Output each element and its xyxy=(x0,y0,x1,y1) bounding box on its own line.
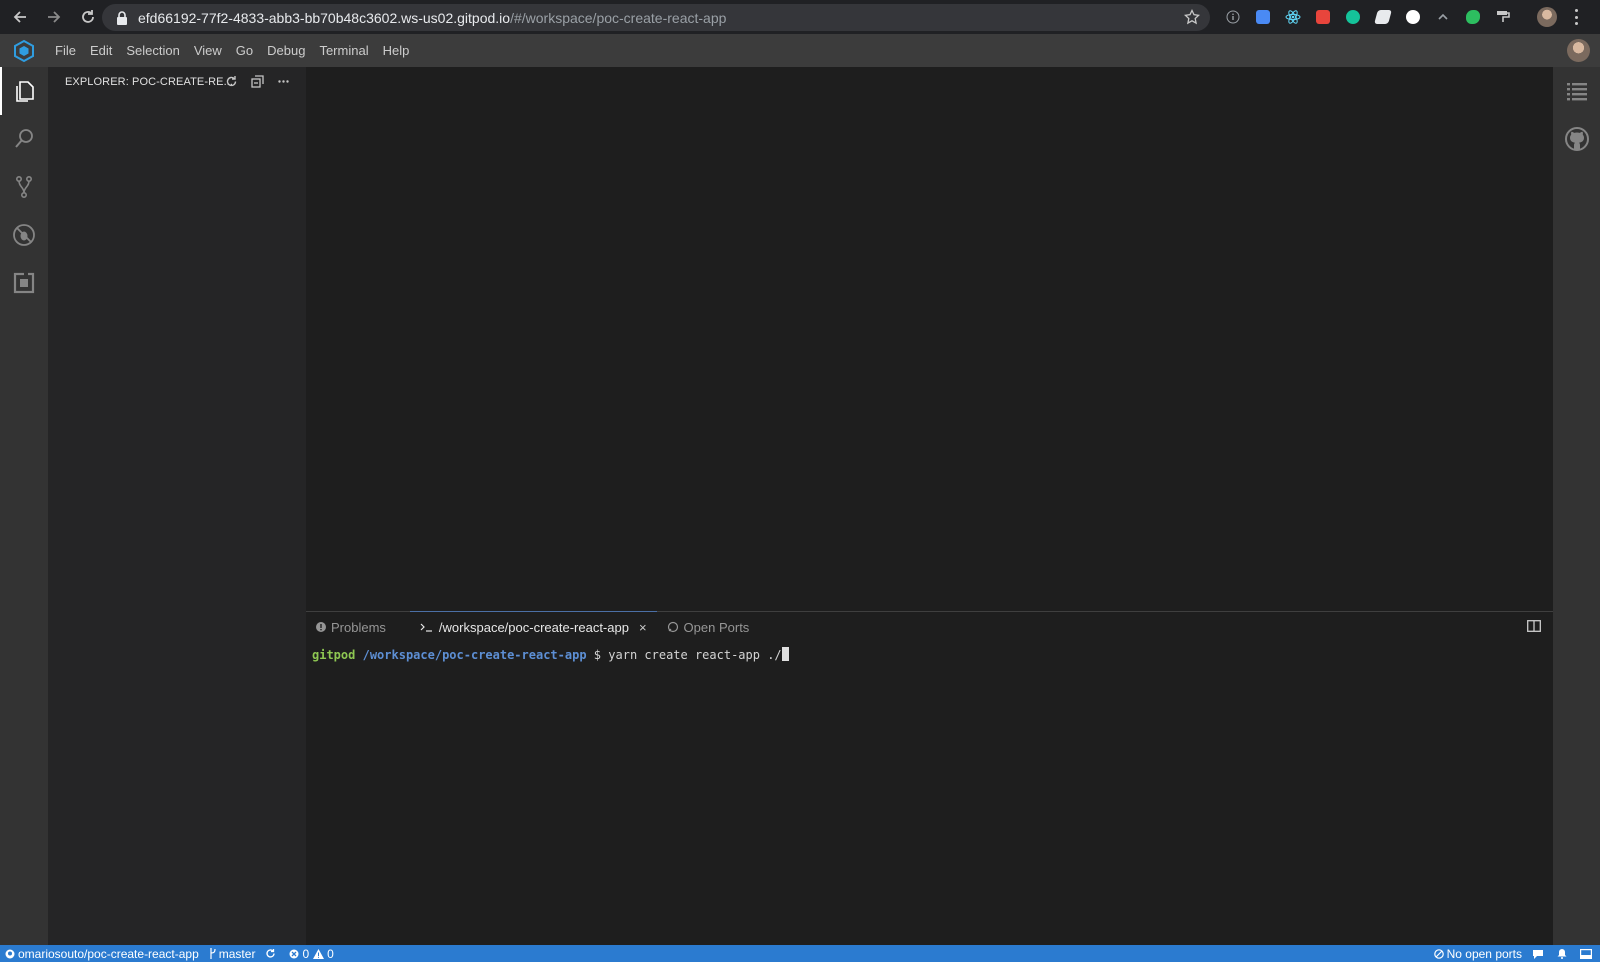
status-ports[interactable]: No open ports xyxy=(1429,947,1527,961)
paint-roller-icon[interactable] xyxy=(1492,6,1514,28)
tab-open-ports-label: Open Ports xyxy=(683,619,750,635)
extension-circle-icon[interactable] xyxy=(1402,6,1424,28)
browser-toolbar: efd66192-77f2-4833-abb3-bb70b48c3602.ws-… xyxy=(0,0,1600,34)
files-icon xyxy=(16,81,34,102)
browser-profile-avatar[interactable] xyxy=(1537,7,1557,27)
extensions-icon xyxy=(13,272,35,294)
status-bar: omariosouto/poc-create-react-app master … xyxy=(0,945,1600,962)
git-branch-icon xyxy=(16,175,33,198)
terminal-user: gitpod xyxy=(312,648,356,662)
status-branch[interactable]: master xyxy=(204,947,261,961)
menu-bar: File Edit Selection View Go Debug Termin… xyxy=(0,34,1600,67)
evernote-icon[interactable] xyxy=(1462,6,1484,28)
terminal-cursor xyxy=(781,647,789,661)
menu-go[interactable]: Go xyxy=(229,34,260,67)
error-icon xyxy=(289,949,299,958)
url-path: /#/workspace/poc-create-react-app xyxy=(510,9,727,26)
terminal-path: /workspace/poc-create-react-app xyxy=(362,648,587,662)
right-activity-bar xyxy=(1553,67,1600,945)
activity-bar xyxy=(0,67,48,945)
arrow-left-icon xyxy=(13,11,26,23)
tab-problems[interactable]: Problems xyxy=(306,612,396,642)
extensions-area xyxy=(1222,6,1514,28)
gitpod-logo-icon[interactable] xyxy=(0,34,48,67)
address-bar[interactable]: efd66192-77f2-4833-abb3-bb70b48c3602.ws-… xyxy=(102,4,1210,31)
extension-red-icon[interactable] xyxy=(1312,6,1334,28)
url-host: efd66192-77f2-4833-abb3-bb70b48c3602.ws-… xyxy=(138,9,511,26)
editor-area[interactable] xyxy=(306,67,1553,611)
debug-icon xyxy=(13,224,35,246)
list-icon xyxy=(1566,83,1587,101)
feedback-icon[interactable] xyxy=(1527,949,1552,959)
debug-activity[interactable] xyxy=(0,211,48,259)
menu-edit[interactable]: Edit xyxy=(83,34,119,67)
github-icon xyxy=(5,949,15,958)
tab-problems-label: Problems xyxy=(331,619,386,635)
status-repo-label: omariosouto/poc-create-react-app xyxy=(18,946,199,961)
warning-icon xyxy=(313,948,325,959)
info-icon[interactable] xyxy=(1222,6,1244,28)
outline-activity[interactable] xyxy=(1553,67,1600,115)
explorer-sidebar: EXPLORER: POC-CREATE-RE... xyxy=(48,67,306,945)
panel-tabs: Problems /workspace/poc-create-react-app… xyxy=(306,611,1553,642)
terminal-prompt: $ xyxy=(593,648,602,662)
extension-caret-icon[interactable] xyxy=(1432,6,1454,28)
terminal-icon xyxy=(420,622,434,632)
more-actions-icon[interactable] xyxy=(276,74,290,88)
terminal-command: yarn create react-app ./ xyxy=(608,648,782,662)
browser-menu-icon[interactable] xyxy=(1574,9,1578,25)
no-ports-icon xyxy=(1433,948,1444,959)
info-circle-icon xyxy=(316,622,326,632)
extension-white-icon[interactable] xyxy=(1372,6,1394,28)
collapse-all-icon[interactable] xyxy=(250,74,264,88)
menu-help[interactable]: Help xyxy=(376,34,417,67)
status-errors-count: 0 xyxy=(302,946,310,961)
tab-terminal[interactable]: /workspace/poc-create-react-app × xyxy=(409,611,657,642)
explorer-activity[interactable] xyxy=(0,67,48,115)
menu-debug[interactable]: Debug xyxy=(260,34,312,67)
menu-selection[interactable]: Selection xyxy=(119,34,186,67)
close-icon[interactable]: × xyxy=(639,620,647,635)
lock-icon xyxy=(117,10,127,25)
notifications-bell-icon[interactable] xyxy=(1552,948,1575,959)
status-warnings-count: 0 xyxy=(327,946,334,961)
tab-open-ports[interactable]: Open Ports xyxy=(657,612,760,642)
explorer-title: EXPLORER: POC-CREATE-RE... xyxy=(65,76,234,88)
user-avatar[interactable] xyxy=(1567,39,1590,62)
back-button[interactable] xyxy=(6,3,34,31)
forward-button[interactable] xyxy=(40,3,68,31)
status-branch-label: master xyxy=(218,946,256,961)
grammarly-icon[interactable] xyxy=(1342,6,1364,28)
menu-view[interactable]: View xyxy=(187,34,229,67)
menu-file[interactable]: File xyxy=(48,34,83,67)
split-panel-icon[interactable] xyxy=(1527,620,1541,632)
plug-icon xyxy=(667,621,679,633)
arrow-right-icon xyxy=(48,11,61,23)
bookmark-star-icon[interactable] xyxy=(1184,9,1200,25)
github-activity[interactable] xyxy=(1553,115,1600,163)
sync-icon xyxy=(266,949,276,958)
toggle-panel-icon[interactable] xyxy=(1575,948,1600,959)
search-icon xyxy=(15,129,33,148)
explorer-header: EXPLORER: POC-CREATE-RE... xyxy=(48,67,306,97)
refresh-icon[interactable] xyxy=(224,74,238,88)
status-problems[interactable]: 0 0 xyxy=(284,947,338,961)
source-control-activity[interactable] xyxy=(0,163,48,211)
google-translate-icon[interactable] xyxy=(1252,6,1274,28)
bottom-panel: Problems /workspace/poc-create-react-app… xyxy=(306,611,1553,945)
terminal-output[interactable]: gitpod /workspace/poc-create-react-app $… xyxy=(306,647,1553,662)
status-ports-label: No open ports xyxy=(1446,946,1522,961)
tab-terminal-label: /workspace/poc-create-react-app xyxy=(438,619,629,635)
git-branch-icon xyxy=(210,948,216,959)
reload-icon xyxy=(82,10,94,23)
reload-button[interactable] xyxy=(74,3,102,31)
menu-terminal[interactable]: Terminal xyxy=(312,34,375,67)
extensions-activity[interactable] xyxy=(0,259,48,307)
search-activity[interactable] xyxy=(0,115,48,163)
react-devtools-icon[interactable] xyxy=(1282,6,1304,28)
github-icon xyxy=(1564,127,1589,151)
status-repo[interactable]: omariosouto/poc-create-react-app xyxy=(0,947,204,961)
status-sync[interactable] xyxy=(260,948,284,959)
